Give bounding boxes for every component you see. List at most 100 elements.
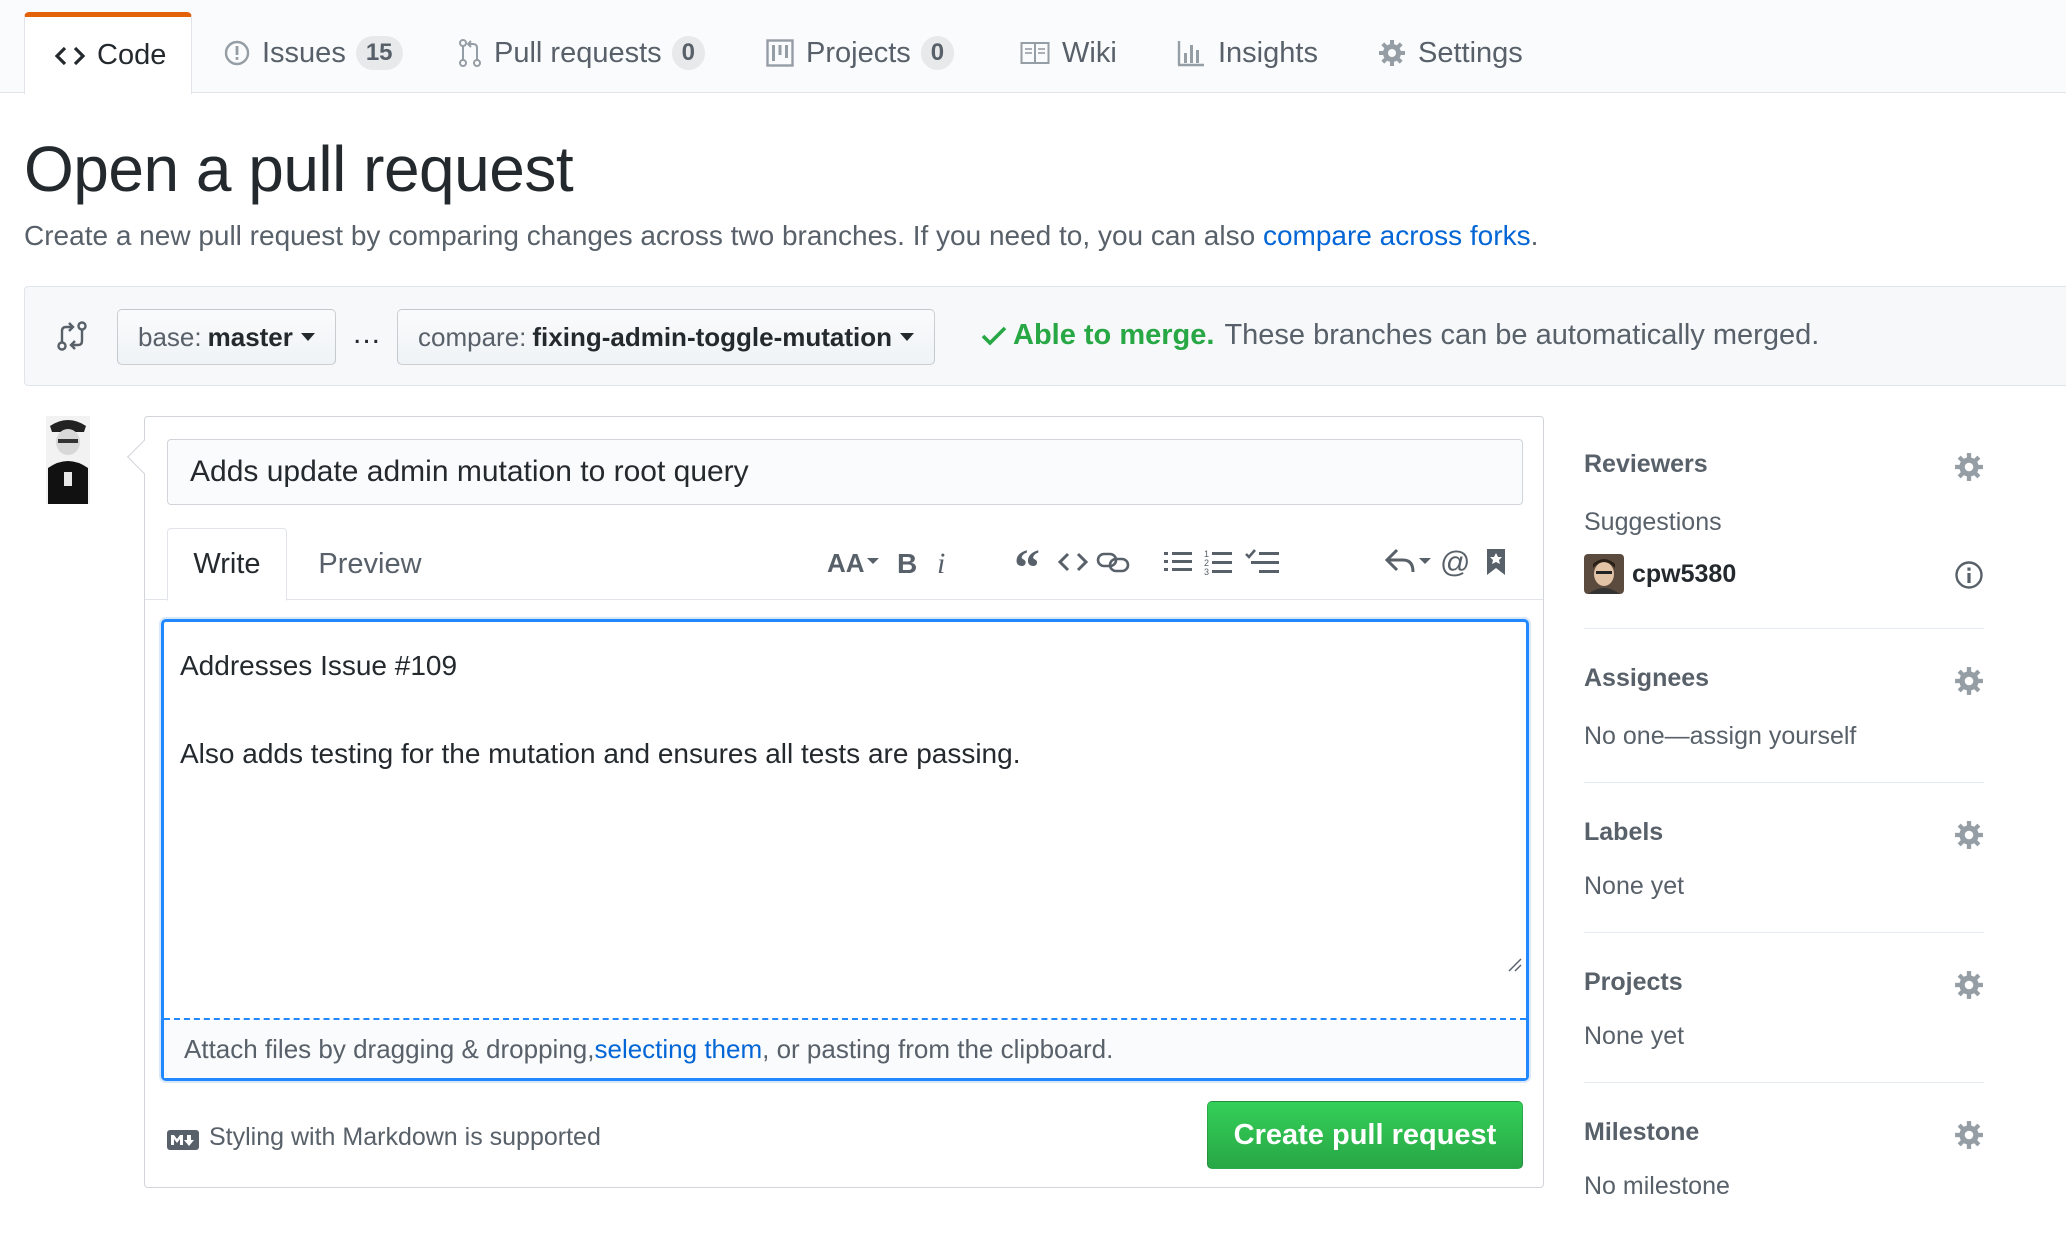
tab-pull-requests-label: Pull requests	[494, 36, 662, 69]
attach-text-start: Attach files by dragging & dropping,	[184, 1033, 595, 1064]
sidebar-divider	[1584, 628, 1984, 629]
book-icon	[1020, 41, 1050, 65]
tab-wiki[interactable]: Wiki	[1020, 12, 1117, 94]
compare-branch-name: fixing-admin-toggle-mutation	[532, 321, 893, 352]
merge-status: Able to merge. These branches can be aut…	[981, 319, 1819, 352]
pr-body-textarea[interactable]: Addresses Issue #109 Also adds testing f…	[161, 619, 1529, 1081]
code-icon[interactable]	[1057, 542, 1089, 582]
quote-icon[interactable]: “	[1013, 542, 1045, 582]
chevron-down-icon	[300, 333, 315, 341]
merge-ok-label: Able to merge.	[1013, 319, 1215, 351]
suggested-reviewer[interactable]: cpw5380	[1584, 554, 1736, 594]
attach-text-end: , or pasting from the clipboard.	[762, 1033, 1114, 1064]
markdown-icon	[167, 1128, 199, 1150]
page-description: Create a new pull request by comparing c…	[24, 220, 1538, 252]
tab-wiki-label: Wiki	[1062, 36, 1117, 69]
compare-arrows-icon[interactable]	[55, 319, 89, 353]
sidebar-divider	[1584, 782, 1984, 783]
ordered-list-icon[interactable]: 123	[1203, 542, 1233, 582]
tab-projects-label: Projects	[806, 36, 911, 69]
milestone-value: No milestone	[1584, 1172, 1730, 1200]
compare-branch-select[interactable]: compare: fixing-admin-toggle-mutation	[397, 309, 936, 365]
tab-preview[interactable]: Preview	[305, 528, 435, 601]
italic-icon[interactable]: i	[933, 542, 953, 582]
branch-range-bar: base: master ... compare: fixing-admin-t…	[24, 286, 2066, 386]
selecting-them-link[interactable]: selecting them	[594, 1034, 762, 1065]
suggestions-label: Suggestions	[1584, 508, 1722, 536]
tab-issues-label: Issues	[262, 36, 346, 69]
tab-settings[interactable]: Settings	[1378, 12, 1523, 94]
svg-text:@: @	[1440, 546, 1470, 578]
markdown-note-text: Styling with Markdown is supported	[209, 1123, 601, 1151]
pr-title-input[interactable]: Adds update admin mutation to root query	[167, 439, 1523, 505]
projects-gear-icon[interactable]	[1954, 970, 1984, 1000]
labels-heading[interactable]: Labels	[1584, 818, 1663, 847]
git-pull-request-icon	[458, 38, 482, 68]
svg-text:3: 3	[1204, 567, 1209, 576]
project-icon	[766, 39, 794, 67]
tab-projects[interactable]: Projects 0	[766, 12, 955, 94]
resize-handle-icon[interactable]	[1508, 958, 1522, 972]
pull-request-form: Adds update admin mutation to root query…	[127, 416, 1544, 1188]
svg-text:B: B	[897, 548, 917, 577]
assignees-heading[interactable]: Assignees	[1584, 664, 1709, 693]
tab-settings-label: Settings	[1418, 36, 1523, 69]
unordered-list-icon[interactable]	[1163, 542, 1193, 582]
reply-icon[interactable]	[1385, 542, 1431, 582]
issue-opened-icon	[224, 40, 250, 66]
issues-counter: 15	[355, 36, 403, 70]
suggested-reviewer-avatar	[1584, 554, 1624, 594]
page-description-text: Create a new pull request by comparing c…	[24, 220, 1256, 251]
milestone-gear-icon[interactable]	[1954, 1120, 1984, 1150]
assignees-value[interactable]: No one—assign yourself	[1584, 722, 1856, 751]
page-title: Open a pull request	[24, 133, 574, 205]
sidebar-divider	[1584, 932, 1984, 933]
tab-write[interactable]: Write	[167, 528, 287, 601]
base-branch-prefix: base:	[138, 321, 202, 352]
svg-text:AA: AA	[827, 548, 865, 578]
page-description-end: .	[1530, 220, 1539, 251]
mention-icon[interactable]: @	[1439, 542, 1473, 582]
task-list-icon[interactable]	[1245, 542, 1279, 582]
pull-requests-counter: 0	[671, 36, 706, 70]
editor-tabnav: Write Preview AA B i “ 123	[145, 528, 1543, 601]
tab-code-label: Code	[97, 39, 167, 71]
pr-body-line-1: Addresses Issue #109	[180, 650, 458, 681]
labels-value: None yet	[1584, 872, 1685, 900]
milestone-heading[interactable]: Milestone	[1584, 1118, 1699, 1147]
create-pull-request-button[interactable]: Create pull request	[1207, 1101, 1523, 1169]
base-branch-select[interactable]: base: master	[117, 309, 336, 365]
svg-text:“: “	[1014, 549, 1040, 575]
info-icon[interactable]	[1954, 560, 1984, 590]
tab-insights-label: Insights	[1218, 36, 1318, 69]
svg-text:i: i	[937, 547, 945, 577]
repo-nav: Code Issues 15 Pull requests 0 Projects …	[0, 0, 2066, 94]
projects-value: None yet	[1584, 1022, 1685, 1050]
tab-pull-requests[interactable]: Pull requests 0	[458, 12, 706, 94]
tab-code[interactable]: Code	[24, 12, 192, 94]
check-icon	[981, 325, 1007, 347]
labels-gear-icon[interactable]	[1954, 820, 1984, 850]
link-icon[interactable]	[1095, 542, 1131, 582]
tab-insights[interactable]: Insights	[1176, 12, 1318, 94]
projects-counter: 0	[920, 36, 955, 70]
file-attach-bar[interactable]: Attach files by dragging & dropping, sel…	[164, 1018, 1526, 1078]
reviewers-gear-icon[interactable]	[1954, 452, 1984, 482]
markdown-note[interactable]: Styling with Markdown is supported	[167, 1123, 601, 1152]
text-size-icon[interactable]: AA	[825, 542, 881, 582]
code-icon	[55, 44, 85, 68]
speech-pointer	[127, 440, 161, 474]
compare-across-forks-link[interactable]: compare across forks	[1263, 220, 1531, 251]
range-dots: ...	[353, 317, 382, 350]
assignees-gear-icon[interactable]	[1954, 666, 1984, 696]
author-avatar[interactable]	[46, 416, 90, 504]
base-branch-name: master	[207, 321, 293, 352]
reviewers-heading[interactable]: Reviewers	[1584, 450, 1708, 479]
saved-reply-icon[interactable]	[1483, 542, 1509, 582]
projects-heading[interactable]: Projects	[1584, 968, 1683, 997]
bold-icon[interactable]: B	[895, 542, 919, 582]
pr-body-line-2: Also adds testing for the mutation and e…	[180, 738, 1021, 769]
suggested-reviewer-name: cpw5380	[1632, 559, 1737, 588]
tab-issues[interactable]: Issues 15	[224, 12, 403, 94]
graph-icon	[1176, 39, 1206, 67]
